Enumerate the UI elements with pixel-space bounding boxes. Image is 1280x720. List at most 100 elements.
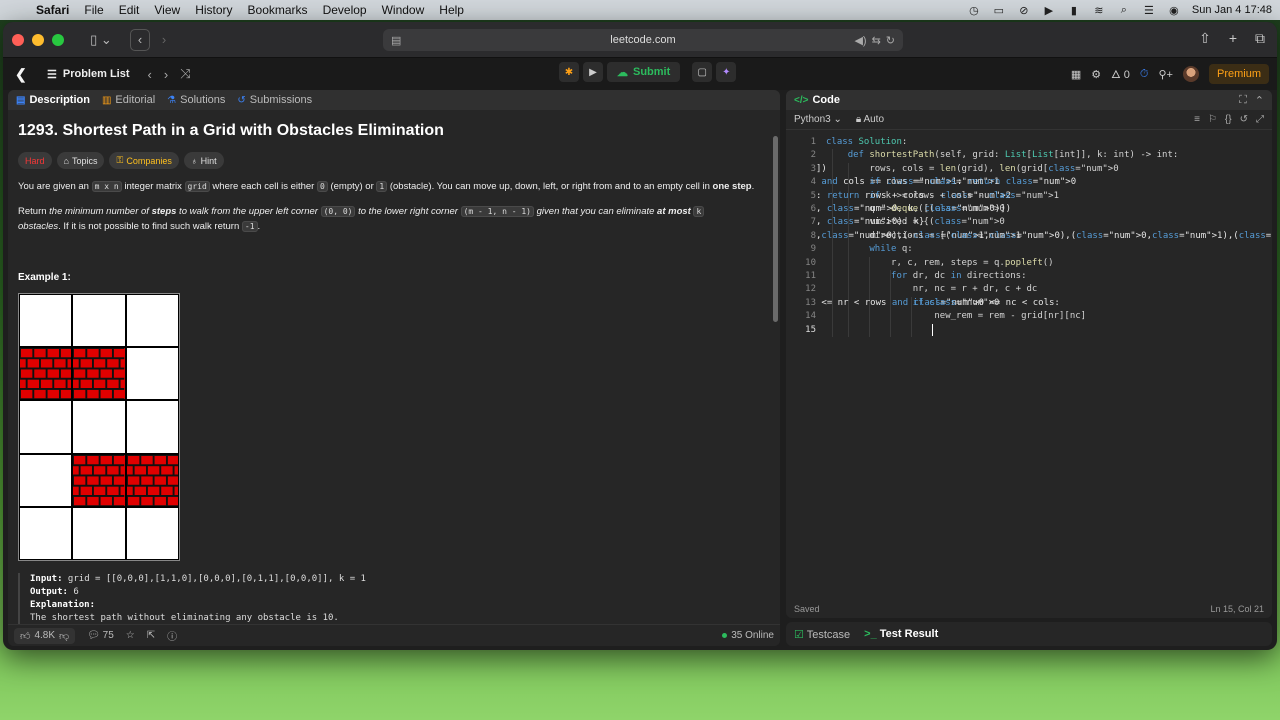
- code-line[interactable]: 10 r, c, rem, steps = q.popleft(): [786, 257, 1272, 270]
- collapse-icon[interactable]: ⌃: [1255, 94, 1264, 107]
- comments-button[interactable]: 💬︎ 75: [87, 630, 114, 641]
- topics-badge[interactable]: ⌂ Topics: [56, 152, 105, 169]
- code-line[interactable]: 14 new_rem = rem - grid[nr][nc]: [786, 310, 1272, 323]
- menu-develop[interactable]: Develop: [323, 3, 367, 17]
- submit-button[interactable]: ☁ Submit: [607, 62, 681, 82]
- code-line[interactable]: 12 nr, nc = r + dr, c + dc: [786, 283, 1272, 296]
- add-friend-icon[interactable]: ⚲+: [1159, 68, 1173, 81]
- code-line[interactable]: 11 for dr, dc in directions:: [786, 270, 1272, 283]
- code-line[interactable]: 15: [786, 324, 1272, 337]
- prev-problem-icon[interactable]: ‹: [148, 67, 152, 82]
- tab-description[interactable]: ▤ Description: [16, 94, 90, 106]
- test-panel: ☑ Testcase >_ Test Result: [786, 622, 1272, 646]
- new-tab-icon[interactable]: +: [1229, 30, 1237, 47]
- tab-code[interactable]: </> Code: [794, 94, 840, 106]
- menu-edit[interactable]: Edit: [119, 3, 140, 17]
- code-line[interactable]: 8 directions = [(class="num">1 ,class="nu…: [786, 230, 1272, 243]
- layout-icon[interactable]: ▦: [1071, 68, 1081, 81]
- notes-icon[interactable]: ▢: [692, 62, 713, 82]
- companies-badge[interactable]: ⚿ Companies: [109, 152, 179, 169]
- share-link-icon[interactable]: ⇱: [147, 630, 155, 641]
- code-editor[interactable]: 1 class Solution: 2 def shortestPath(self,…: [786, 130, 1272, 600]
- avatar[interactable]: [1182, 66, 1199, 82]
- timer-icon[interactable]: ⏱: [1140, 68, 1149, 81]
- address-bar[interactable]: ▤ leetcode.com ◀︎) ⇆ ↻: [383, 29, 903, 51]
- code-line[interactable]: 2 def shortestPath(self, grid: List[List…: [786, 149, 1272, 162]
- time-machine-icon[interactable]: ◷: [967, 4, 981, 17]
- reset-icon[interactable]: ↺: [1240, 114, 1248, 125]
- tab-testcase[interactable]: ☑ Testcase: [794, 628, 850, 641]
- menubar-clock[interactable]: Sun Jan 4 17:48: [1192, 4, 1272, 16]
- lightbulb-icon: ♁: [190, 155, 198, 166]
- problem-list-button[interactable]: ☰ Problem List: [47, 68, 130, 81]
- code-line[interactable]: 3 rows, cols = len(grid), len(grid[class…: [786, 163, 1272, 176]
- settings-icon[interactable]: ⚙: [1091, 68, 1101, 81]
- star-icon[interactable]: ☆: [126, 630, 135, 641]
- back-icon[interactable]: ‹: [130, 28, 150, 51]
- page-menu-icon[interactable]: ▤: [391, 34, 401, 47]
- debug-icon[interactable]: ✱: [559, 62, 579, 82]
- braces-icon[interactable]: {}: [1225, 114, 1232, 125]
- code-line[interactable]: 13 if class="num">0 <= nr < rows and cla…: [786, 297, 1272, 310]
- menu-bookmarks[interactable]: Bookmarks: [248, 3, 308, 17]
- bookmark-icon[interactable]: ⚐: [1208, 114, 1217, 125]
- zoom-window-button[interactable]: [52, 33, 64, 46]
- obstacle-cell: [72, 453, 126, 507]
- tab-test-result[interactable]: >_ Test Result: [864, 628, 938, 640]
- ai-sparkle-icon[interactable]: ✦: [716, 62, 737, 82]
- battery-icon[interactable]: ▮: [1067, 4, 1081, 17]
- tab-submissions[interactable]: ↺ Submissions: [237, 94, 312, 106]
- close-window-button[interactable]: [12, 33, 24, 46]
- next-problem-icon[interactable]: ›: [164, 67, 168, 82]
- code-line[interactable]: 1 class Solution:: [786, 136, 1272, 149]
- code-line[interactable]: 6 q = deque([(class="num">0, class="num"…: [786, 203, 1272, 216]
- code-line[interactable]: 9 while q:: [786, 243, 1272, 256]
- auto-mode-toggle[interactable]: 🔒︎ Auto: [856, 114, 884, 125]
- maximize-icon[interactable]: ⛶: [1239, 94, 1247, 107]
- example-title: Example 1:: [18, 272, 71, 283]
- thumbs-down-icon[interactable]: 👎︎: [59, 630, 69, 642]
- code-line[interactable]: 7 visited = {(class="num">0, class="num"…: [786, 216, 1272, 229]
- description-scrollbar[interactable]: [773, 136, 778, 322]
- control-center-icon[interactable]: ☰: [1142, 4, 1156, 17]
- minimize-window-button[interactable]: [32, 33, 44, 46]
- share-icon[interactable]: ⇧: [1199, 30, 1211, 47]
- audio-icon[interactable]: ◀︎): [854, 34, 866, 47]
- wifi-icon[interactable]: ≋: [1092, 4, 1106, 17]
- menu-view[interactable]: View: [154, 3, 180, 17]
- like-button[interactable]: 👍︎ 4.8K 👎︎: [14, 627, 76, 644]
- screen-mirroring-icon[interactable]: ▭: [992, 4, 1006, 17]
- help-icon[interactable]: ⓘ: [167, 628, 177, 643]
- menu-window[interactable]: Window: [382, 3, 425, 17]
- code-line[interactable]: 5 if k >= rows + cols - class="num">1: r…: [786, 190, 1272, 203]
- leetcode-logo-icon[interactable]: ❮: [15, 66, 29, 82]
- menu-help[interactable]: Help: [439, 3, 464, 17]
- siri-icon[interactable]: ◉: [1167, 4, 1181, 17]
- compass-icon[interactable]: ⊘: [1017, 4, 1031, 17]
- sidebar-toggle-icon[interactable]: ▯ ⌄: [84, 29, 118, 51]
- code-icon: </>: [794, 94, 809, 106]
- tab-solutions[interactable]: ⚗ Solutions: [167, 94, 225, 106]
- forward-icon[interactable]: ›: [154, 29, 174, 51]
- tab-editorial[interactable]: ▥ Editorial: [102, 94, 155, 106]
- difficulty-badge[interactable]: Hard: [18, 152, 52, 169]
- fullscreen-icon[interactable]: ⤢: [1256, 114, 1264, 125]
- menu-history[interactable]: History: [195, 3, 232, 17]
- menu-file[interactable]: File: [84, 3, 103, 17]
- code-tabs: </> Code ⛶ ⌃: [786, 90, 1272, 110]
- search-icon[interactable]: ⌕: [1117, 4, 1131, 16]
- run-icon[interactable]: ▶: [583, 62, 603, 82]
- code-line[interactable]: 4 if rows == class="num">1 and cols == c…: [786, 176, 1272, 189]
- menu-app[interactable]: Safari: [36, 3, 69, 17]
- streak-counter[interactable]: 🜂 0: [1111, 63, 1130, 85]
- translate-icon[interactable]: ⇆: [872, 34, 881, 47]
- checkbox-icon: ☑: [794, 628, 804, 641]
- tab-overview-icon[interactable]: ⧉: [1255, 30, 1265, 47]
- hint-badge[interactable]: ♁ Hint: [183, 152, 224, 169]
- premium-button[interactable]: Premium: [1208, 64, 1269, 84]
- language-select[interactable]: Python3 ⌄: [794, 114, 842, 125]
- shuffle-icon[interactable]: ⤨: [180, 66, 190, 82]
- play-icon[interactable]: ▶: [1042, 4, 1056, 17]
- reload-icon[interactable]: ↻: [886, 34, 895, 47]
- format-icon[interactable]: ≡: [1194, 114, 1200, 125]
